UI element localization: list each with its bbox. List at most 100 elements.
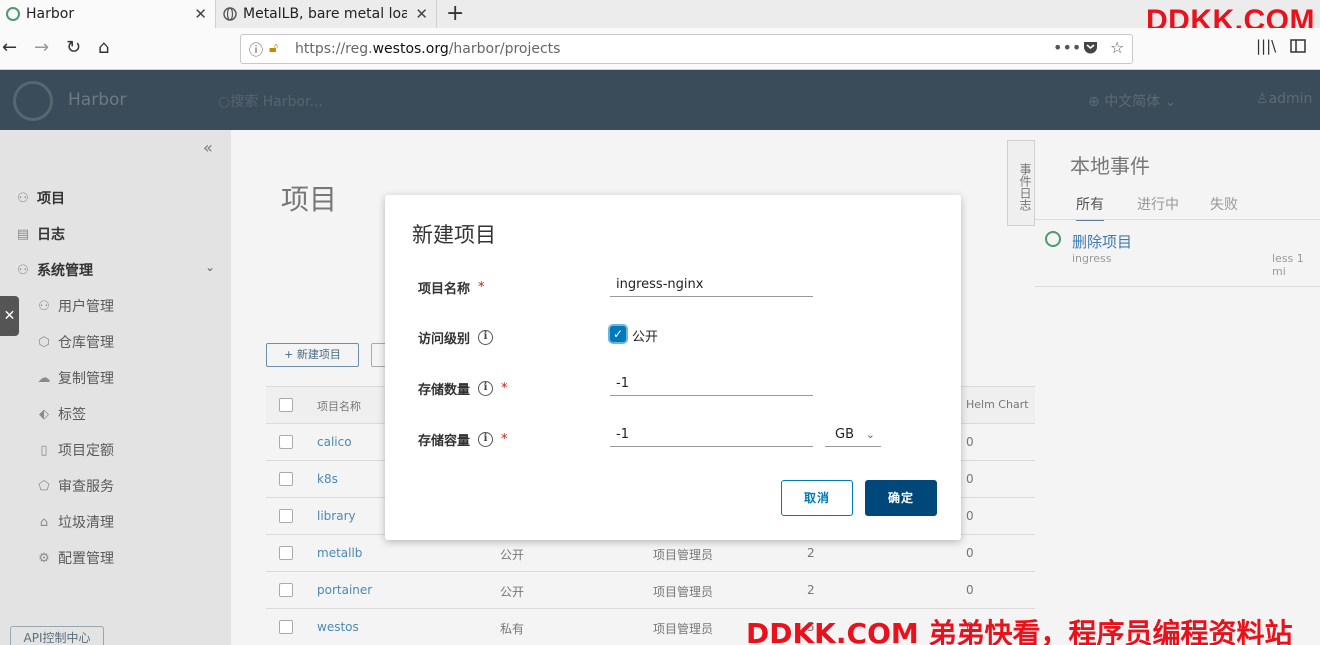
row-checkbox[interactable] <box>279 435 293 449</box>
new-tab-icon[interactable]: + <box>446 1 464 26</box>
watermark-bottom: DDKK.COM 弟弟快看，程序员编程资料站 <box>746 617 1293 645</box>
events-tab-running[interactable]: 进行中 <box>1137 194 1179 214</box>
row-checkbox[interactable] <box>279 583 293 597</box>
harbor-logo-icon[interactable] <box>13 81 53 121</box>
table-row[interactable]: metallb 公开 项目管理员 2 0 <box>266 535 1036 572</box>
library-icon[interactable]: |||\ <box>1256 37 1276 55</box>
sidebar-item-replication[interactable]: ☁ 复制管理 <box>36 368 115 388</box>
close-panel-icon[interactable]: ✕ <box>0 296 19 336</box>
harbor-favicon-icon <box>6 7 20 21</box>
sidebar-item-gc[interactable]: ⌂ 垃圾清理 <box>36 512 114 532</box>
table-row[interactable]: portainer 公开 项目管理员 2 0 <box>266 572 1036 609</box>
more-icon[interactable]: ••• <box>1053 38 1081 57</box>
storage-quota-input[interactable] <box>610 423 813 447</box>
required-marker: * <box>501 381 508 396</box>
sidebar-item-quotas[interactable]: ▯ 项目定额 <box>36 440 114 460</box>
success-check-icon <box>1045 231 1061 247</box>
info-icon[interactable]: ⓘ <box>249 40 263 60</box>
trash-icon: ⌂ <box>39 514 49 530</box>
forward-icon[interactable]: → <box>34 37 49 58</box>
home-icon[interactable]: ⌂ <box>98 37 109 58</box>
chevron-down-icon: ⌄ <box>865 428 875 441</box>
close-tab-icon[interactable]: ✕ <box>194 5 207 23</box>
bookmark-star-icon[interactable]: ☆ <box>1110 38 1124 57</box>
globe-icon: ⊕ <box>1088 94 1105 110</box>
user-icon: ♙ <box>1256 91 1269 107</box>
row-checkbox[interactable] <box>279 509 293 523</box>
config-icon: ⚙ <box>38 550 50 566</box>
row-checkbox[interactable] <box>279 472 293 486</box>
event-time: less 1 mi <box>1272 252 1304 278</box>
reload-icon[interactable]: ↻ <box>66 37 81 58</box>
events-tab-all[interactable]: 所有 <box>1076 194 1104 221</box>
cancel-button[interactable]: 取消 <box>781 480 853 516</box>
new-project-dialog: 新建项目 项目名称* 访问级别i ✓ 公开 存储数量i* 存储容量i* GB ⌄… <box>385 195 961 540</box>
sidebar-item-scanners[interactable]: ⬠ 审查服务 <box>36 476 114 496</box>
event-subject: ingress <box>1072 252 1112 265</box>
select-all-checkbox[interactable] <box>279 398 293 412</box>
tag-icon: ⬖ <box>39 406 49 422</box>
app-name[interactable]: Harbor <box>68 90 126 110</box>
sidebar-item-config[interactable]: ⚙ 配置管理 <box>36 548 114 568</box>
new-project-button[interactable]: + 新建项目 <box>266 343 359 367</box>
count-quota-input[interactable] <box>610 372 813 396</box>
access-level-label: 访问级别 i <box>418 328 494 347</box>
sidebar-item-users[interactable]: ⚇ 用户管理 <box>36 296 114 316</box>
divider <box>1035 286 1320 287</box>
required-marker: * <box>501 432 508 447</box>
chevron-down-icon[interactable]: ⌄ <box>205 260 215 274</box>
event-log-tab[interactable]: 事件日志 <box>1007 140 1035 226</box>
info-icon[interactable]: i <box>478 330 494 345</box>
search-icon: ○ <box>218 94 231 110</box>
storage-unit-select[interactable]: GB ⌄ <box>825 423 881 447</box>
sidebar-item-projects[interactable]: ⚇ 项目 <box>15 188 65 208</box>
users-icon: ⚇ <box>38 298 50 314</box>
info-icon[interactable]: i <box>478 432 494 447</box>
user-menu[interactable]: ♙admin <box>1256 91 1312 107</box>
ok-button[interactable]: 确定 <box>865 480 937 516</box>
event-title[interactable]: 删除项目 <box>1072 231 1132 252</box>
url-text: https://reg.westos.org/harbor/projects <box>295 41 561 57</box>
page-title: 项目 <box>281 183 338 216</box>
projects-icon: ⚇ <box>17 190 29 206</box>
chevron-down-icon: ⌄ <box>1160 94 1177 110</box>
storage-quota-label: 存储容量 i * <box>418 432 508 449</box>
logs-icon: ▤ <box>16 226 30 242</box>
project-name-input[interactable] <box>610 273 813 297</box>
sidebar-item-admin[interactable]: ⚇ 系统管理 <box>15 260 93 280</box>
api-center-button[interactable]: API控制中心 <box>10 626 104 645</box>
back-icon[interactable]: ← <box>2 37 17 58</box>
row-checkbox[interactable] <box>279 546 293 560</box>
admin-icon: ⚇ <box>17 262 29 278</box>
scanner-icon: ⬠ <box>38 478 50 494</box>
sidebar-toggle-icon[interactable] <box>1290 37 1306 58</box>
sidebar-item-registries[interactable]: ⬡ 仓库管理 <box>36 332 114 352</box>
dialog-title: 新建项目 <box>412 223 496 247</box>
registry-icon: ⬡ <box>38 334 50 350</box>
sidebar-item-labels[interactable]: ⬖ 标签 <box>36 404 86 424</box>
browser-tab-harbor[interactable]: Harbor ✕ <box>0 0 216 28</box>
pocket-icon[interactable] <box>1083 40 1098 58</box>
global-search-input[interactable]: ○搜索 Harbor... <box>218 91 323 111</box>
info-icon[interactable]: i <box>478 381 494 396</box>
sidebar: « ⚇ 项目 ▤ 日志 ⚇ 系统管理 ⌄ ⚇ 用户管理 ⬡ 仓库管理 ☁ 复制管理 ⬖ 标签 … <box>0 130 231 645</box>
row-checkbox[interactable] <box>279 620 293 634</box>
events-tab-failed[interactable]: 失败 <box>1210 194 1238 214</box>
browser-tab-bar: Harbor ✕ MetalLB, bare metal load- ✕ + <box>0 0 1320 28</box>
events-panel: 本地事件 所有 进行中 失败 删除项目 ingress less 1 mi <box>1035 130 1320 645</box>
project-name-label: 项目名称 * <box>418 280 485 297</box>
app-header: Harbor ○搜索 Harbor... ⊕ 中文简体 ⌄ ♙admin <box>0 70 1320 130</box>
insecure-lock-icon[interactable]: 🔓︎ <box>269 40 278 56</box>
url-bar[interactable]: ⓘ 🔓︎ https://reg.westos.org/harbor/proje… <box>240 34 1133 64</box>
globe-icon <box>223 7 237 21</box>
public-checkbox[interactable]: ✓ <box>610 326 626 342</box>
sidebar-item-logs[interactable]: ▤ 日志 <box>15 224 65 244</box>
replication-icon: ☁ <box>37 370 51 386</box>
events-title: 本地事件 <box>1070 154 1150 178</box>
count-quota-label: 存储数量 i * <box>418 381 508 398</box>
browser-tab-metallb[interactable]: MetalLB, bare metal load- ✕ <box>217 0 437 28</box>
language-selector[interactable]: ⊕ 中文简体 ⌄ <box>1088 91 1176 111</box>
public-checkbox-label[interactable]: 公开 <box>632 326 658 345</box>
close-tab-icon[interactable]: ✕ <box>415 5 428 23</box>
collapse-sidebar-icon[interactable]: « <box>203 138 213 157</box>
